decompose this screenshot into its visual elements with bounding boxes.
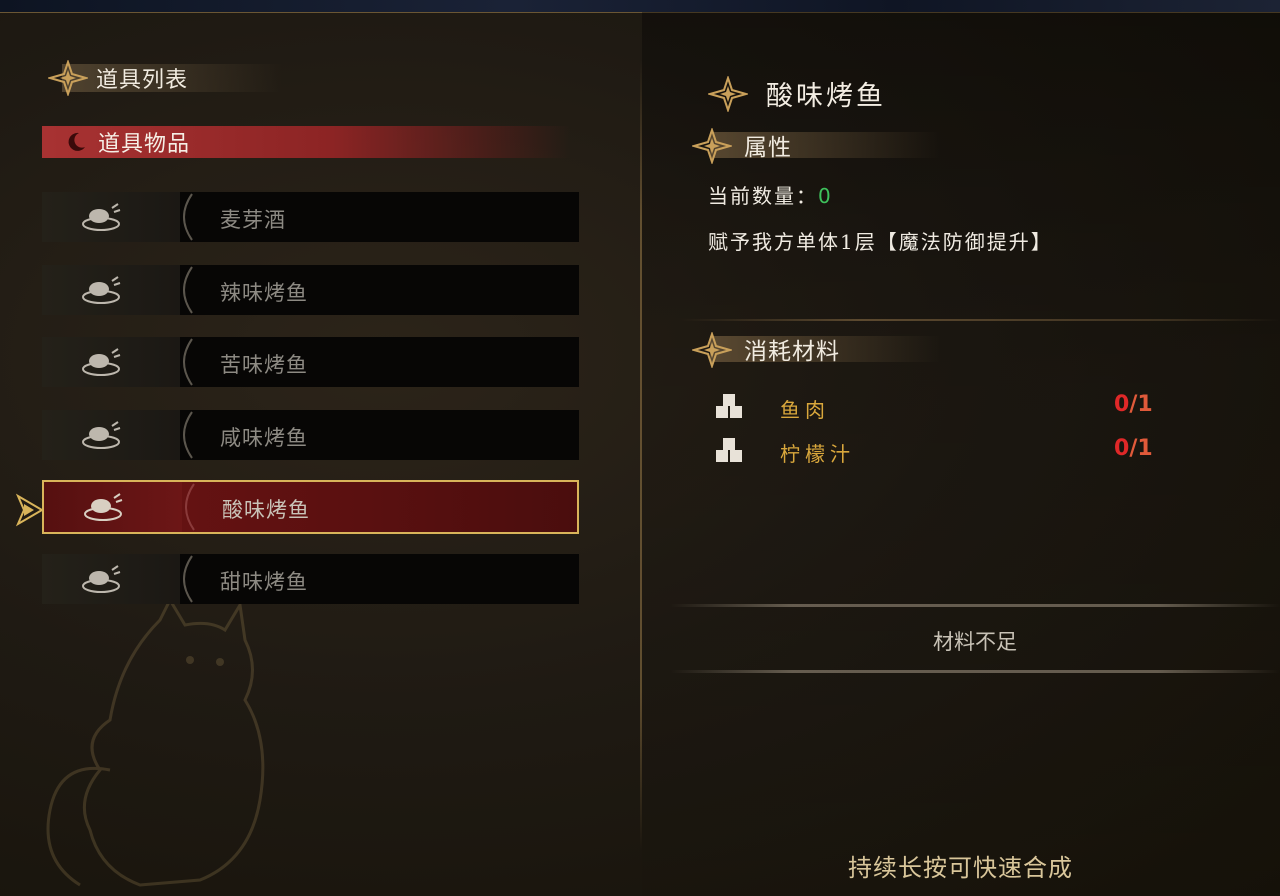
item-list-title: 道具列表: [96, 68, 189, 93]
item-row-salty-fish[interactable]: 咸味烤鱼: [42, 410, 579, 460]
star-ornament-icon: [708, 75, 748, 112]
item-row-sweet-fish[interactable]: 甜味烤鱼: [42, 554, 579, 604]
item-list-header: 道具列表: [48, 60, 288, 96]
attributes-header: 属性: [692, 128, 952, 164]
materials-title: 消耗材料: [744, 339, 840, 365]
item-name: 甜味烤鱼: [220, 570, 308, 594]
item-name: 酸味烤鱼: [222, 498, 310, 522]
row-separator: [183, 266, 193, 314]
item-name: 辣味烤鱼: [220, 281, 308, 305]
item-name: 咸味烤鱼: [220, 426, 308, 450]
cubes-icon: [716, 438, 742, 462]
item-name: 麦芽酒: [220, 208, 286, 232]
section-divider: [680, 319, 1280, 321]
row-separator: [185, 483, 195, 531]
category-tab-items[interactable]: 道具物品: [42, 126, 570, 158]
row-separator: [183, 555, 193, 603]
material-row: 鱼肉 0/1: [714, 392, 1164, 424]
row-separator: [183, 411, 193, 459]
quantity-label: 当前数量：: [708, 184, 818, 208]
material-name: 柠檬汁: [780, 442, 855, 466]
star-ornament-icon: [692, 332, 732, 368]
crescent-moon-icon: [68, 132, 85, 151]
item-name: 苦味烤鱼: [220, 353, 308, 377]
item-row-sour-fish[interactable]: 酸味烤鱼: [42, 480, 579, 534]
effect-description: 赋予我方单体1层【魔法防御提升】: [708, 230, 1053, 254]
cat-illustration: [46, 600, 265, 887]
row-separator: [183, 193, 193, 241]
row-separator: [183, 338, 193, 386]
item-row-malt-ale[interactable]: 麦芽酒: [42, 192, 579, 242]
roast-fish-dish-icon: [82, 421, 121, 449]
craft-status-label: 材料不足: [933, 630, 1017, 654]
star-ornament-icon: [692, 128, 732, 164]
material-count: 0/1: [1114, 436, 1153, 461]
detail-item-name: 酸味烤鱼: [766, 81, 886, 112]
item-row-spicy-fish[interactable]: 辣味烤鱼: [42, 265, 579, 315]
item-row-bitter-fish[interactable]: 苦味烤鱼: [42, 337, 579, 387]
material-count: 0/1: [1114, 392, 1153, 417]
detail-title: 酸味烤鱼: [708, 74, 886, 113]
category-label: 道具物品: [98, 132, 191, 157]
roast-fish-dish-icon: [82, 348, 121, 376]
roast-fish-dish-icon: [84, 493, 123, 521]
material-name: 鱼肉: [780, 398, 830, 422]
material-row: 柠檬汁 0/1: [714, 436, 1164, 468]
attributes-title: 属性: [744, 135, 792, 161]
roast-fish-dish-icon: [82, 565, 121, 593]
roast-fish-dish-icon: [82, 203, 121, 231]
craft-button[interactable]: 材料不足: [670, 600, 1280, 678]
materials-header: 消耗材料: [692, 332, 952, 368]
quantity-value: 0: [818, 184, 833, 208]
roast-fish-dish-icon: [82, 276, 121, 304]
hold-to-craft-hint: 持续长按可快速合成: [848, 854, 1073, 882]
cubes-icon: [716, 394, 742, 418]
quantity-line: 当前数量：0: [708, 180, 833, 209]
